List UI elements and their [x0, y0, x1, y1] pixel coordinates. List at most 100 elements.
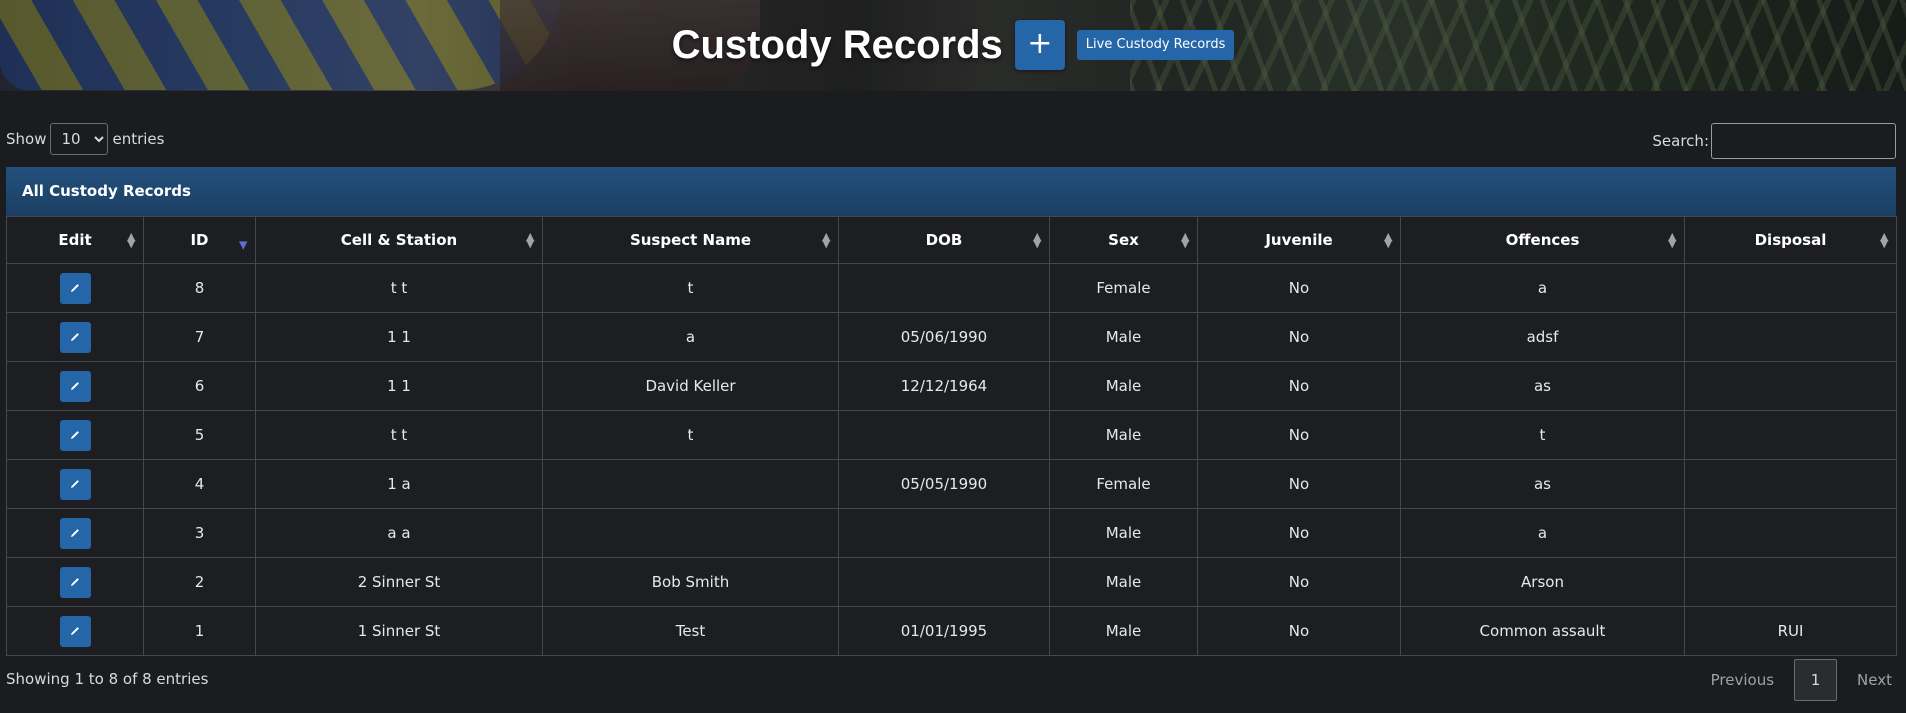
edit-record-button[interactable] [59, 272, 91, 304]
cell-juvenile: No [1197, 557, 1401, 607]
table-row: 11 Sinner St Test 01/01/1995 Male No Common a… [6, 606, 1897, 656]
edit-record-button[interactable] [59, 321, 91, 353]
edit-cell [6, 361, 144, 411]
cell-offences: Common assault [1400, 606, 1685, 656]
pencil-icon [71, 627, 79, 635]
column-header-suspect-name[interactable]: Suspect Name ▲ ▼ [542, 216, 839, 264]
sort-desc-icon: ▼ [239, 238, 248, 252]
cell-offences: as [1400, 459, 1685, 509]
cell-name: t [542, 263, 839, 313]
column-header-disposal[interactable]: Disposal ▲ ▼ [1684, 216, 1897, 264]
custody-records-table: Edit ▲ ▼ ID ▼ Cell & Station ▲ ▼ Suspect Name… [6, 216, 1897, 656]
sort-arrows-icon: ▲ ▼ [822, 230, 831, 250]
edit-cell [6, 508, 144, 558]
pencil-icon [71, 529, 79, 537]
previous-button[interactable]: Previous [1711, 671, 1774, 689]
cell-sex: Male [1049, 557, 1198, 607]
edit-record-button[interactable] [59, 370, 91, 402]
sort-arrows-icon: ▲ ▼ [1880, 230, 1889, 250]
page-title: Custody Records [671, 22, 1003, 67]
cell-disposal [1684, 508, 1897, 558]
cell-offences: a [1400, 263, 1685, 313]
cell-name: Test [542, 606, 839, 656]
table-header-row: Edit ▲ ▼ ID ▼ Cell & Station ▲ ▼ Suspect Name… [6, 216, 1897, 264]
panel-title: All Custody Records [6, 167, 1896, 216]
show-label: Show [6, 130, 47, 148]
cell-dob [838, 263, 1050, 313]
pencil-icon [71, 431, 79, 439]
cell-id: 4 [143, 459, 256, 509]
column-header-edit[interactable]: Edit ▲ ▼ [6, 216, 144, 264]
sort-arrows-icon: ▲ ▼ [526, 230, 535, 250]
cell-dob: 12/12/1964 [838, 361, 1050, 411]
column-header-sex[interactable]: Sex ▲ ▼ [1049, 216, 1198, 264]
cell-disposal [1684, 557, 1897, 607]
live-custody-records-button[interactable]: Live Custody Records [1076, 30, 1235, 60]
edit-cell [6, 410, 144, 460]
cell-offences: as [1400, 361, 1685, 411]
cell-sex: Female [1049, 459, 1198, 509]
add-record-button[interactable]: + [1014, 20, 1065, 70]
table-row: 8t t t Female No a [6, 263, 1897, 313]
cell-dob [838, 410, 1050, 460]
cell-juvenile: No [1197, 459, 1401, 509]
edit-cell [6, 557, 144, 607]
cell-sex: Male [1049, 410, 1198, 460]
search-input[interactable] [1711, 123, 1896, 159]
sort-arrows-icon: ▲ ▼ [1181, 230, 1190, 250]
cell-offences: adsf [1400, 312, 1685, 362]
cell-disposal: RUI [1684, 606, 1897, 656]
cell-cell: 1 1 [255, 312, 543, 362]
edit-record-button[interactable] [59, 517, 91, 549]
edit-record-button[interactable] [59, 468, 91, 500]
cell-cell: a a [255, 508, 543, 558]
next-button[interactable]: Next [1857, 671, 1892, 689]
cell-id: 6 [143, 361, 256, 411]
table-row: 41 a 05/05/1990 Female No as [6, 459, 1897, 509]
pencil-icon [71, 382, 79, 390]
cell-dob: 01/01/1995 [838, 606, 1050, 656]
cell-offences: t [1400, 410, 1685, 460]
cell-dob [838, 508, 1050, 558]
edit-record-button[interactable] [59, 615, 91, 647]
cell-juvenile: No [1197, 361, 1401, 411]
cell-sex: Male [1049, 606, 1198, 656]
edit-record-button[interactable] [59, 566, 91, 598]
cell-id: 8 [143, 263, 256, 313]
table-body: 8t t t Female No a 7 1 1 a 05/06/1990 Male No adsf 6… [6, 263, 1897, 656]
cell-dob: 05/06/1990 [838, 312, 1050, 362]
entries-length-control: Show 10 entries [6, 123, 164, 155]
edit-cell [6, 312, 144, 362]
cell-name [542, 508, 839, 558]
sort-arrows-icon: ▲ ▼ [1668, 230, 1677, 250]
table-row: 61 1 David Keller 12/12/1964 Male No as [6, 361, 1897, 411]
sort-arrows-icon: ▲ ▼ [1033, 230, 1042, 250]
cell-juvenile: No [1197, 508, 1401, 558]
edit-cell [6, 606, 144, 656]
cell-juvenile: No [1197, 312, 1401, 362]
cell-offences: Arson [1400, 557, 1685, 607]
cell-id: 7 [143, 312, 256, 362]
cell-disposal [1684, 263, 1897, 313]
column-header-offences[interactable]: Offences ▲ ▼ [1400, 216, 1685, 264]
table-row: 71 1 a 05/06/1990 Male No adsf [6, 312, 1897, 362]
cell-juvenile: No [1197, 263, 1401, 313]
edit-cell [6, 459, 144, 509]
pencil-icon [71, 333, 79, 341]
edit-record-button[interactable] [59, 419, 91, 451]
cell-name: David Keller [542, 361, 839, 411]
column-header-dob[interactable]: DOB ▲ ▼ [838, 216, 1050, 264]
column-header-juvenile[interactable]: Juvenile ▲ ▼ [1197, 216, 1401, 264]
column-header-cell-station[interactable]: Cell & Station ▲ ▼ [255, 216, 543, 264]
cell-cell: 1 Sinner St [255, 606, 543, 656]
cell-id: 2 [143, 557, 256, 607]
cell-dob: 05/05/1990 [838, 459, 1050, 509]
cell-cell: 1 1 [255, 361, 543, 411]
table-row: 5t t t Male No t [6, 410, 1897, 460]
pencil-icon [71, 284, 79, 292]
page-button-1[interactable]: 1 [1794, 659, 1838, 701]
sort-arrows-icon: ▲ ▼ [1384, 230, 1393, 250]
column-header-id[interactable]: ID ▼ [143, 216, 256, 264]
entries-length-select[interactable]: 10 [50, 123, 109, 155]
cell-disposal [1684, 410, 1897, 460]
